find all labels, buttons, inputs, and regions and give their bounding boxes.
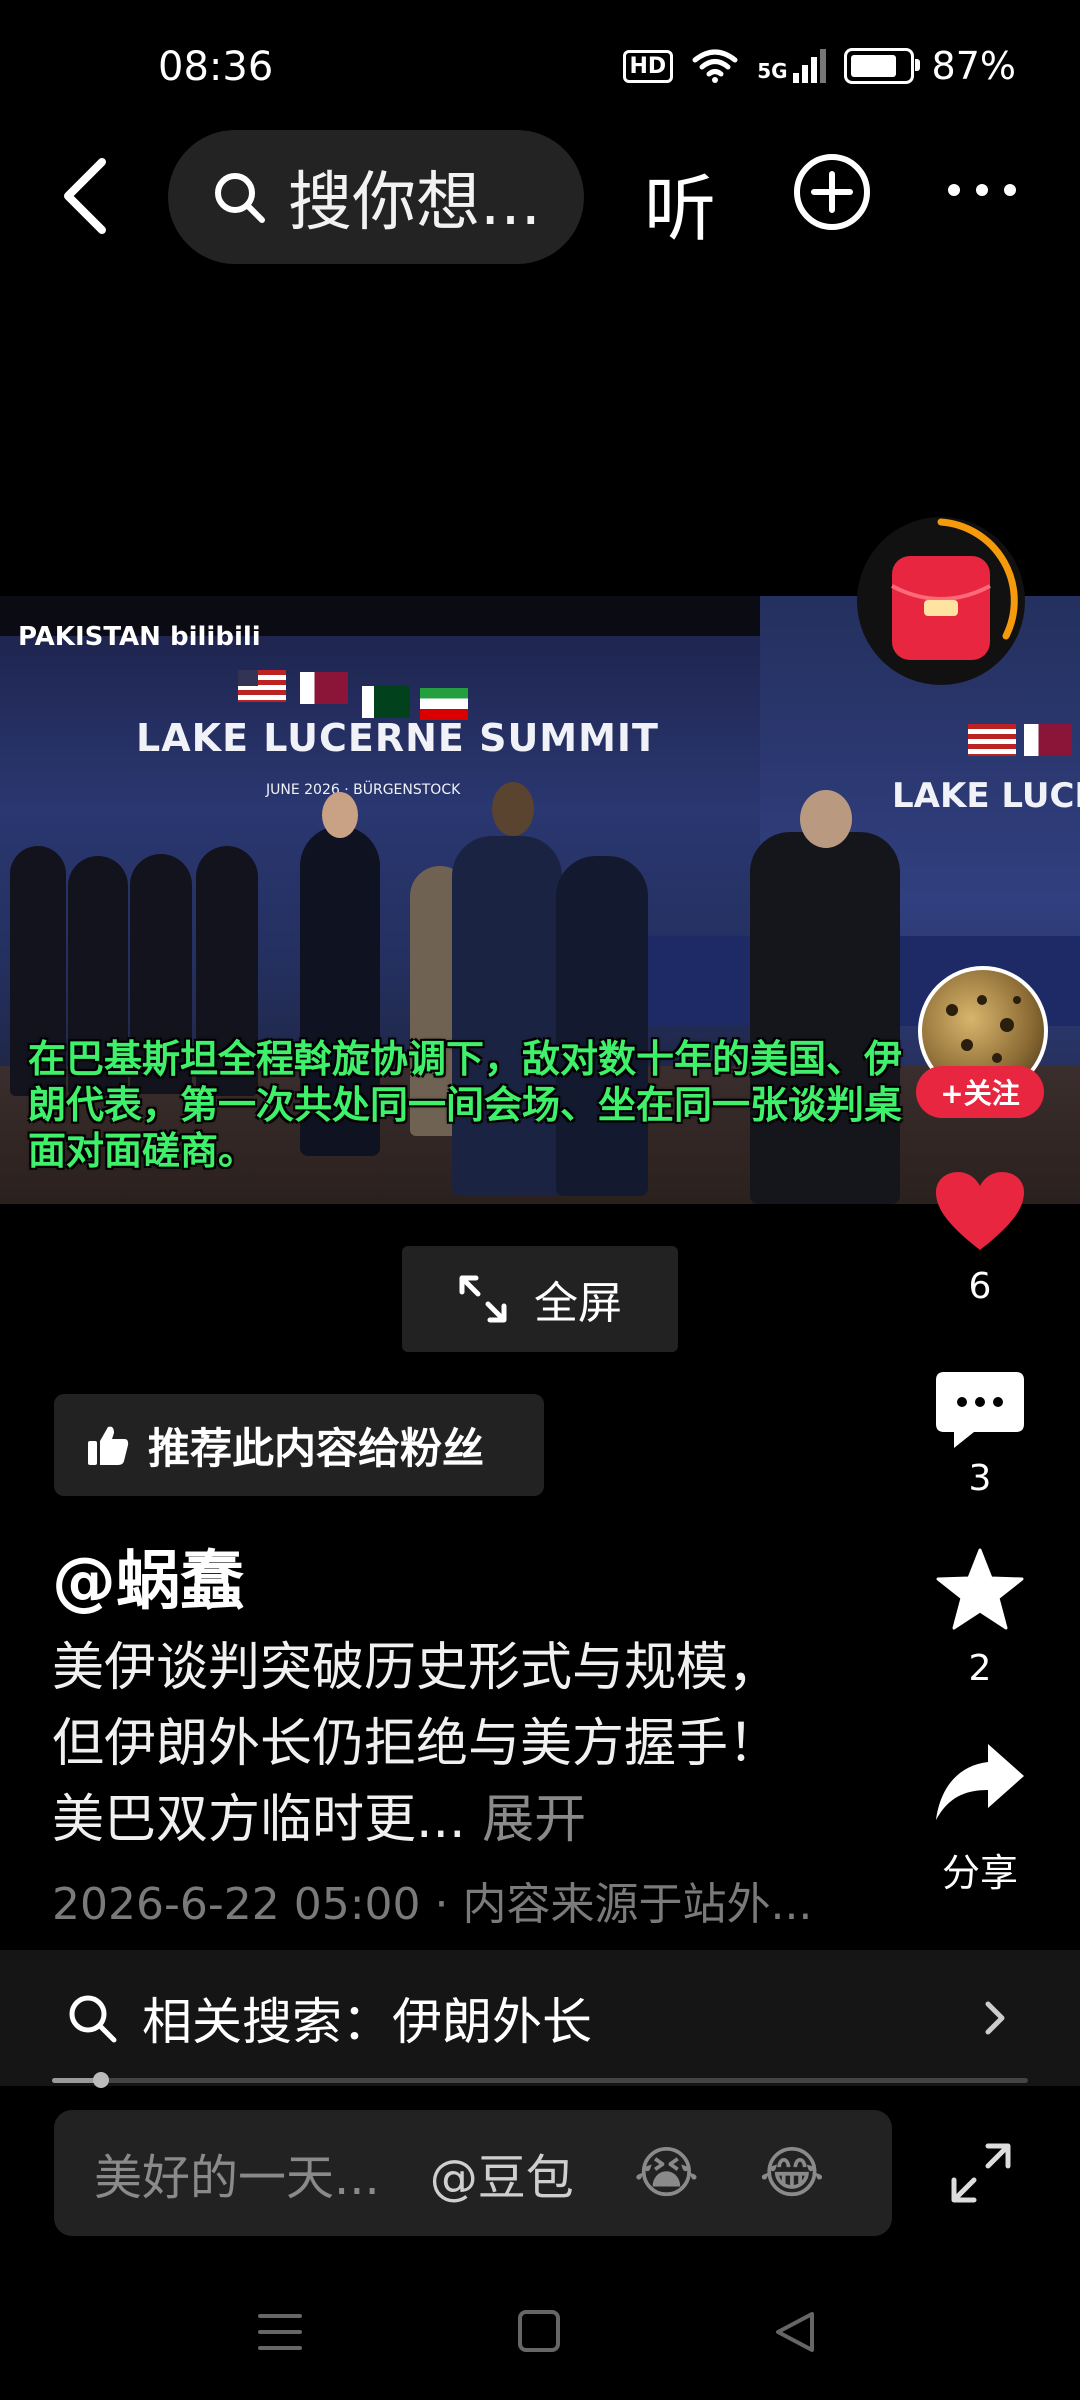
thumbs-up-icon (88, 1426, 129, 1465)
star-icon[interactable] (934, 1548, 1026, 1632)
comment-placeholder: 美好的一天... (94, 2150, 380, 2206)
summit-title: LAKE LUCERNE SUMMIT (136, 716, 659, 760)
us-flag-right (968, 724, 1016, 756)
listen-button[interactable]: 听 (644, 150, 716, 255)
battery-percent: 87% (931, 44, 1016, 88)
expand-input-icon[interactable] (948, 2140, 1014, 2206)
post-description: 美伊谈判突破历史形式与规模，但伊朗外长仍拒绝与美方握手！美巴双方临时更... 展… (52, 1630, 812, 1858)
video-progress-track[interactable] (52, 2078, 1028, 2083)
person-head (322, 792, 358, 838)
status-time: 08:36 (158, 44, 274, 90)
description-text: 美伊谈判突破历史形式与规模，但伊朗外长仍拒绝与美方握手！美巴双方临时更... (52, 1638, 781, 1850)
heart-icon[interactable] (934, 1170, 1026, 1254)
related-search-label: 相关搜索：伊朗外长 (142, 1993, 592, 2051)
back-button[interactable] (56, 156, 116, 236)
comment-count: 3 (968, 1458, 992, 1499)
us-flag (238, 670, 286, 702)
home-icon[interactable] (518, 2310, 560, 2352)
search-placeholder: 搜你想... (288, 166, 542, 240)
search-icon (215, 173, 265, 223)
video-progress-handle[interactable] (92, 2072, 109, 2088)
video-watermark: PAKISTAN bilibili (18, 622, 261, 652)
fullscreen-button[interactable]: 全屏 (402, 1246, 678, 1352)
pakistan-flag (362, 686, 410, 718)
hd-icon: HD (622, 49, 674, 83)
laughing-emoji-button[interactable]: 😂 (759, 2141, 824, 2206)
share-label[interactable]: 分享 (924, 1842, 1036, 1897)
comment-icon[interactable] (934, 1368, 1026, 1452)
system-navigation-bar (258, 2310, 814, 2352)
expand-link[interactable]: 展开 (482, 1790, 586, 1850)
follow-button[interactable]: +关注 (916, 1066, 1044, 1118)
wifi-icon (692, 49, 738, 83)
related-search-bar[interactable]: 相关搜索：伊朗外长 (0, 1950, 1080, 2086)
red-packet-icon[interactable] (856, 516, 1026, 686)
search-bar[interactable]: 搜你想... (168, 130, 584, 264)
author-name[interactable]: @蜗蠢 (52, 1530, 244, 1622)
recommend-to-fans-button[interactable]: 推荐此内容给粉丝 (54, 1394, 544, 1496)
person-head (800, 790, 852, 848)
share-icon[interactable] (934, 1740, 1026, 1824)
expand-arrows-icon (459, 1275, 507, 1323)
qatar-flag-right (1024, 724, 1072, 756)
qatar-flag (300, 672, 348, 704)
favorite-count: 2 (968, 1648, 992, 1689)
chevron-right-icon (985, 2001, 1005, 2035)
battery-fill (850, 55, 896, 77)
search-icon (69, 1995, 117, 2043)
summit-date: JUNE 2026 · BÜRGENSTOCK (266, 782, 461, 798)
status-icons: HD 5G 87% (622, 44, 1016, 88)
more-icon[interactable] (946, 170, 1018, 210)
person-head (492, 782, 534, 836)
crying-emoji-button[interactable]: 😭 (634, 2141, 699, 2206)
network-label: 5G (757, 59, 788, 83)
comment-input[interactable]: 美好的一天... @豆包 😭 😂 (54, 2110, 892, 2236)
video-subtitle: 在巴基斯坦全程斡旋协调下，敌对数十年的美国、伊朗代表，第一次共处同一间会场、坐在… (28, 1037, 903, 1173)
back-nav-icon[interactable] (776, 2312, 814, 2352)
like-count: 6 (968, 1266, 992, 1307)
network-icon: 5G (757, 49, 826, 83)
post-meta: 2026-6-22 05:00 · 内容来源于站外... (52, 1879, 813, 1930)
mention-doubao[interactable]: @豆包 (430, 2138, 574, 2208)
video-player[interactable]: PAKISTAN bilibili LAKE LUCERNE SUMMIT JU… (0, 596, 1080, 1204)
menu-icon[interactable] (258, 2314, 302, 2350)
battery-icon (843, 48, 920, 84)
add-icon[interactable] (792, 152, 872, 232)
fullscreen-label: 全屏 (534, 1278, 622, 1329)
summit-title-right: LAKE LUCER (892, 776, 1080, 816)
recommend-label: 推荐此内容给粉丝 (148, 1423, 485, 1473)
